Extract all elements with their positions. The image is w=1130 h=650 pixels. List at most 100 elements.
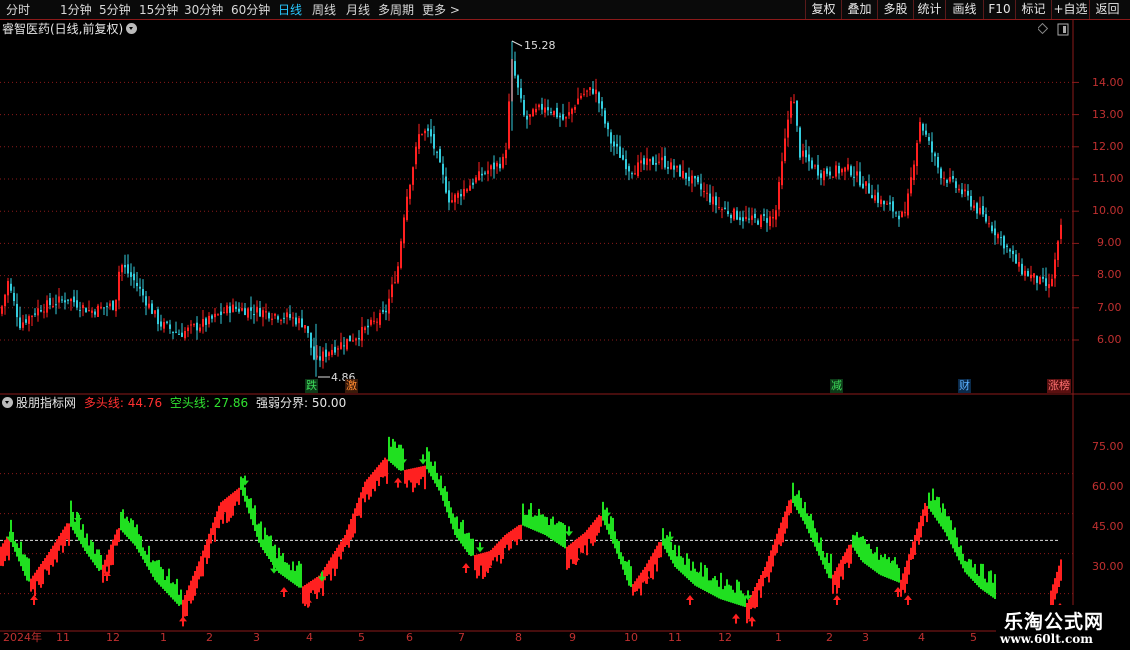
price-candle-body: [613, 141, 615, 147]
price-candle-body: [403, 217, 405, 244]
price-candle-body: [640, 160, 642, 164]
price-candle-body: [103, 307, 105, 309]
indicator-name: 股朋指标网: [16, 396, 77, 410]
price-candle-body: [286, 312, 288, 318]
price-candle-body: [277, 316, 279, 320]
price-candle-body: [862, 183, 864, 189]
event-marker-drop[interactable]: 跌: [305, 379, 318, 393]
price-candle-body: [1024, 270, 1026, 276]
price-candle-body: [70, 298, 72, 302]
price-candle-body: [64, 300, 66, 303]
price-candle-body: [331, 349, 333, 355]
price-candle-body: [532, 109, 534, 117]
price-candle-body: [499, 163, 501, 169]
sell-arrow-icon: [419, 454, 427, 465]
price-candle-body: [787, 119, 789, 138]
price-candle-body: [928, 137, 930, 141]
price-candle-body: [592, 88, 594, 94]
sell-arrow-icon: [74, 512, 82, 523]
date-tick: 3: [253, 631, 260, 644]
price-candle-body: [838, 165, 840, 174]
price-candle-body: [562, 114, 564, 120]
price-candle-body: [220, 311, 222, 315]
price-candle-body: [919, 121, 921, 142]
date-tick: 1: [775, 631, 782, 644]
price-candle-body: [643, 158, 645, 165]
sell-arrow-icon: [565, 526, 573, 537]
price-candle-body: [49, 298, 51, 306]
price-candle-body: [151, 303, 153, 314]
price-candle-body: [337, 348, 339, 350]
price-candle-body: [460, 193, 462, 197]
indicator-title: 股朋指标网 多头线: 44.76 空头线: 27.86 强弱分界: 50.00: [2, 396, 346, 411]
price-candle-body: [256, 306, 258, 313]
price-candle-body: [523, 100, 525, 116]
price-candle-body: [463, 188, 465, 197]
price-candle-body: [985, 214, 987, 222]
price-candle-body: [547, 107, 549, 111]
price-candle-body: [418, 134, 420, 149]
buy-arrow-icon: [833, 594, 841, 605]
price-candle-body: [436, 151, 438, 153]
price-candle-body: [940, 168, 942, 179]
price-candle-body: [529, 114, 531, 117]
price-candle-body: [121, 264, 123, 273]
price-candle-body: [1045, 278, 1047, 286]
chart-canvas[interactable]: [0, 0, 1130, 650]
price-candle-body: [82, 305, 84, 309]
price-candle-body: [46, 300, 48, 313]
price-candle-body: [301, 318, 303, 328]
price-candle-body: [715, 196, 717, 206]
price-candle-body: [517, 75, 519, 88]
price-candle-body: [91, 310, 93, 313]
date-tick: 2: [826, 631, 833, 644]
event-marker-reduce[interactable]: 减: [830, 379, 843, 393]
price-candle-body: [964, 189, 966, 192]
chevron-down-icon[interactable]: [2, 397, 13, 408]
price-candle-body: [682, 170, 684, 179]
price-candle-body: [217, 314, 219, 316]
price-candle-body: [841, 169, 843, 173]
price-candle-body: [1006, 245, 1008, 247]
price-candle-body: [1054, 259, 1056, 279]
price-candle-body: [271, 318, 273, 321]
price-candle-body: [187, 327, 189, 332]
event-marker-surge[interactable]: 激: [345, 379, 358, 393]
price-candle-body: [844, 167, 846, 172]
price-candle-body: [820, 173, 822, 178]
price-candle-body: [484, 172, 486, 174]
price-candle-body: [289, 314, 291, 318]
bear-line-value: 27.86: [213, 396, 249, 410]
price-candle-body: [880, 199, 882, 205]
date-tick: 11: [56, 631, 70, 644]
event-marker-limit-list[interactable]: 涨榜: [1047, 379, 1071, 393]
price-candle-body: [541, 103, 543, 110]
event-marker-finance[interactable]: 财: [958, 379, 971, 393]
price-candle-body: [979, 207, 981, 214]
price-candle-body: [34, 313, 36, 315]
price-candle-body: [589, 87, 591, 91]
price-candle-body: [916, 143, 918, 167]
price-candle-body: [346, 338, 348, 350]
price-candle-body: [889, 202, 891, 205]
price-candle-body: [1060, 224, 1062, 239]
price-candle-body: [790, 101, 792, 118]
price-candle-body: [991, 225, 993, 232]
price-candle-body: [409, 184, 411, 199]
price-candle-body: [685, 172, 687, 179]
price-candle-body: [205, 318, 207, 325]
sell-arrow-icon: [476, 542, 484, 553]
price-candle-body: [739, 217, 741, 221]
price-candle-body: [328, 352, 330, 356]
price-candle-body: [481, 173, 483, 176]
price-candle-body: [319, 356, 321, 361]
price-candle-body: [607, 122, 609, 130]
price-candle-body: [457, 192, 459, 198]
price-candle-body: [853, 176, 855, 178]
price-candle-body: [124, 264, 126, 268]
price-candle-body: [175, 331, 177, 333]
price-candle-body: [793, 102, 795, 104]
price-candle-body: [724, 207, 726, 210]
price-candle-body: [136, 282, 138, 287]
price-candle-body: [406, 196, 408, 221]
